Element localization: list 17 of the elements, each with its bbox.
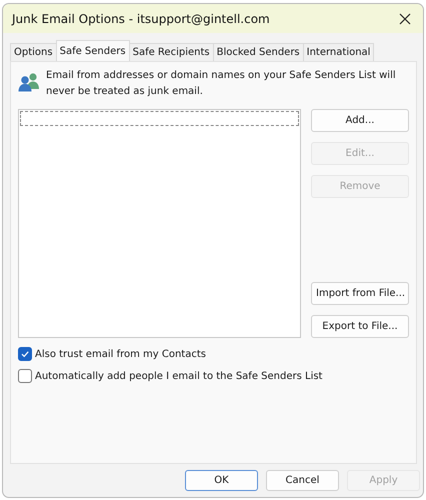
people-icon (18, 72, 40, 92)
checkbox[interactable] (18, 369, 32, 383)
side-button[interactable]: Add... (311, 109, 409, 132)
window-title: Junk Email Options - itsupport@gintell.com (12, 12, 270, 26)
checkmark-icon (20, 349, 30, 359)
close-icon[interactable] (399, 12, 411, 24)
description-text: Email from addresses or domain names on your Safe Senders List will never be treated as junk email. (46, 69, 397, 99)
checkbox[interactable] (18, 347, 32, 361)
tab[interactable]: Options (10, 43, 57, 61)
side-button[interactable]: Export to File... (311, 315, 409, 338)
checkbox-label: Automatically add people I email to the Safe Senders List (35, 370, 322, 382)
side-button[interactable]: Import from File... (311, 282, 409, 305)
dialog-button[interactable]: OK (185, 470, 258, 491)
tab[interactable]: International (302, 43, 374, 61)
dialog-button[interactable]: Cancel (266, 470, 339, 491)
checkbox-label: Also trust email from my Contacts (35, 348, 206, 360)
tab[interactable]: Safe Senders (56, 40, 130, 61)
